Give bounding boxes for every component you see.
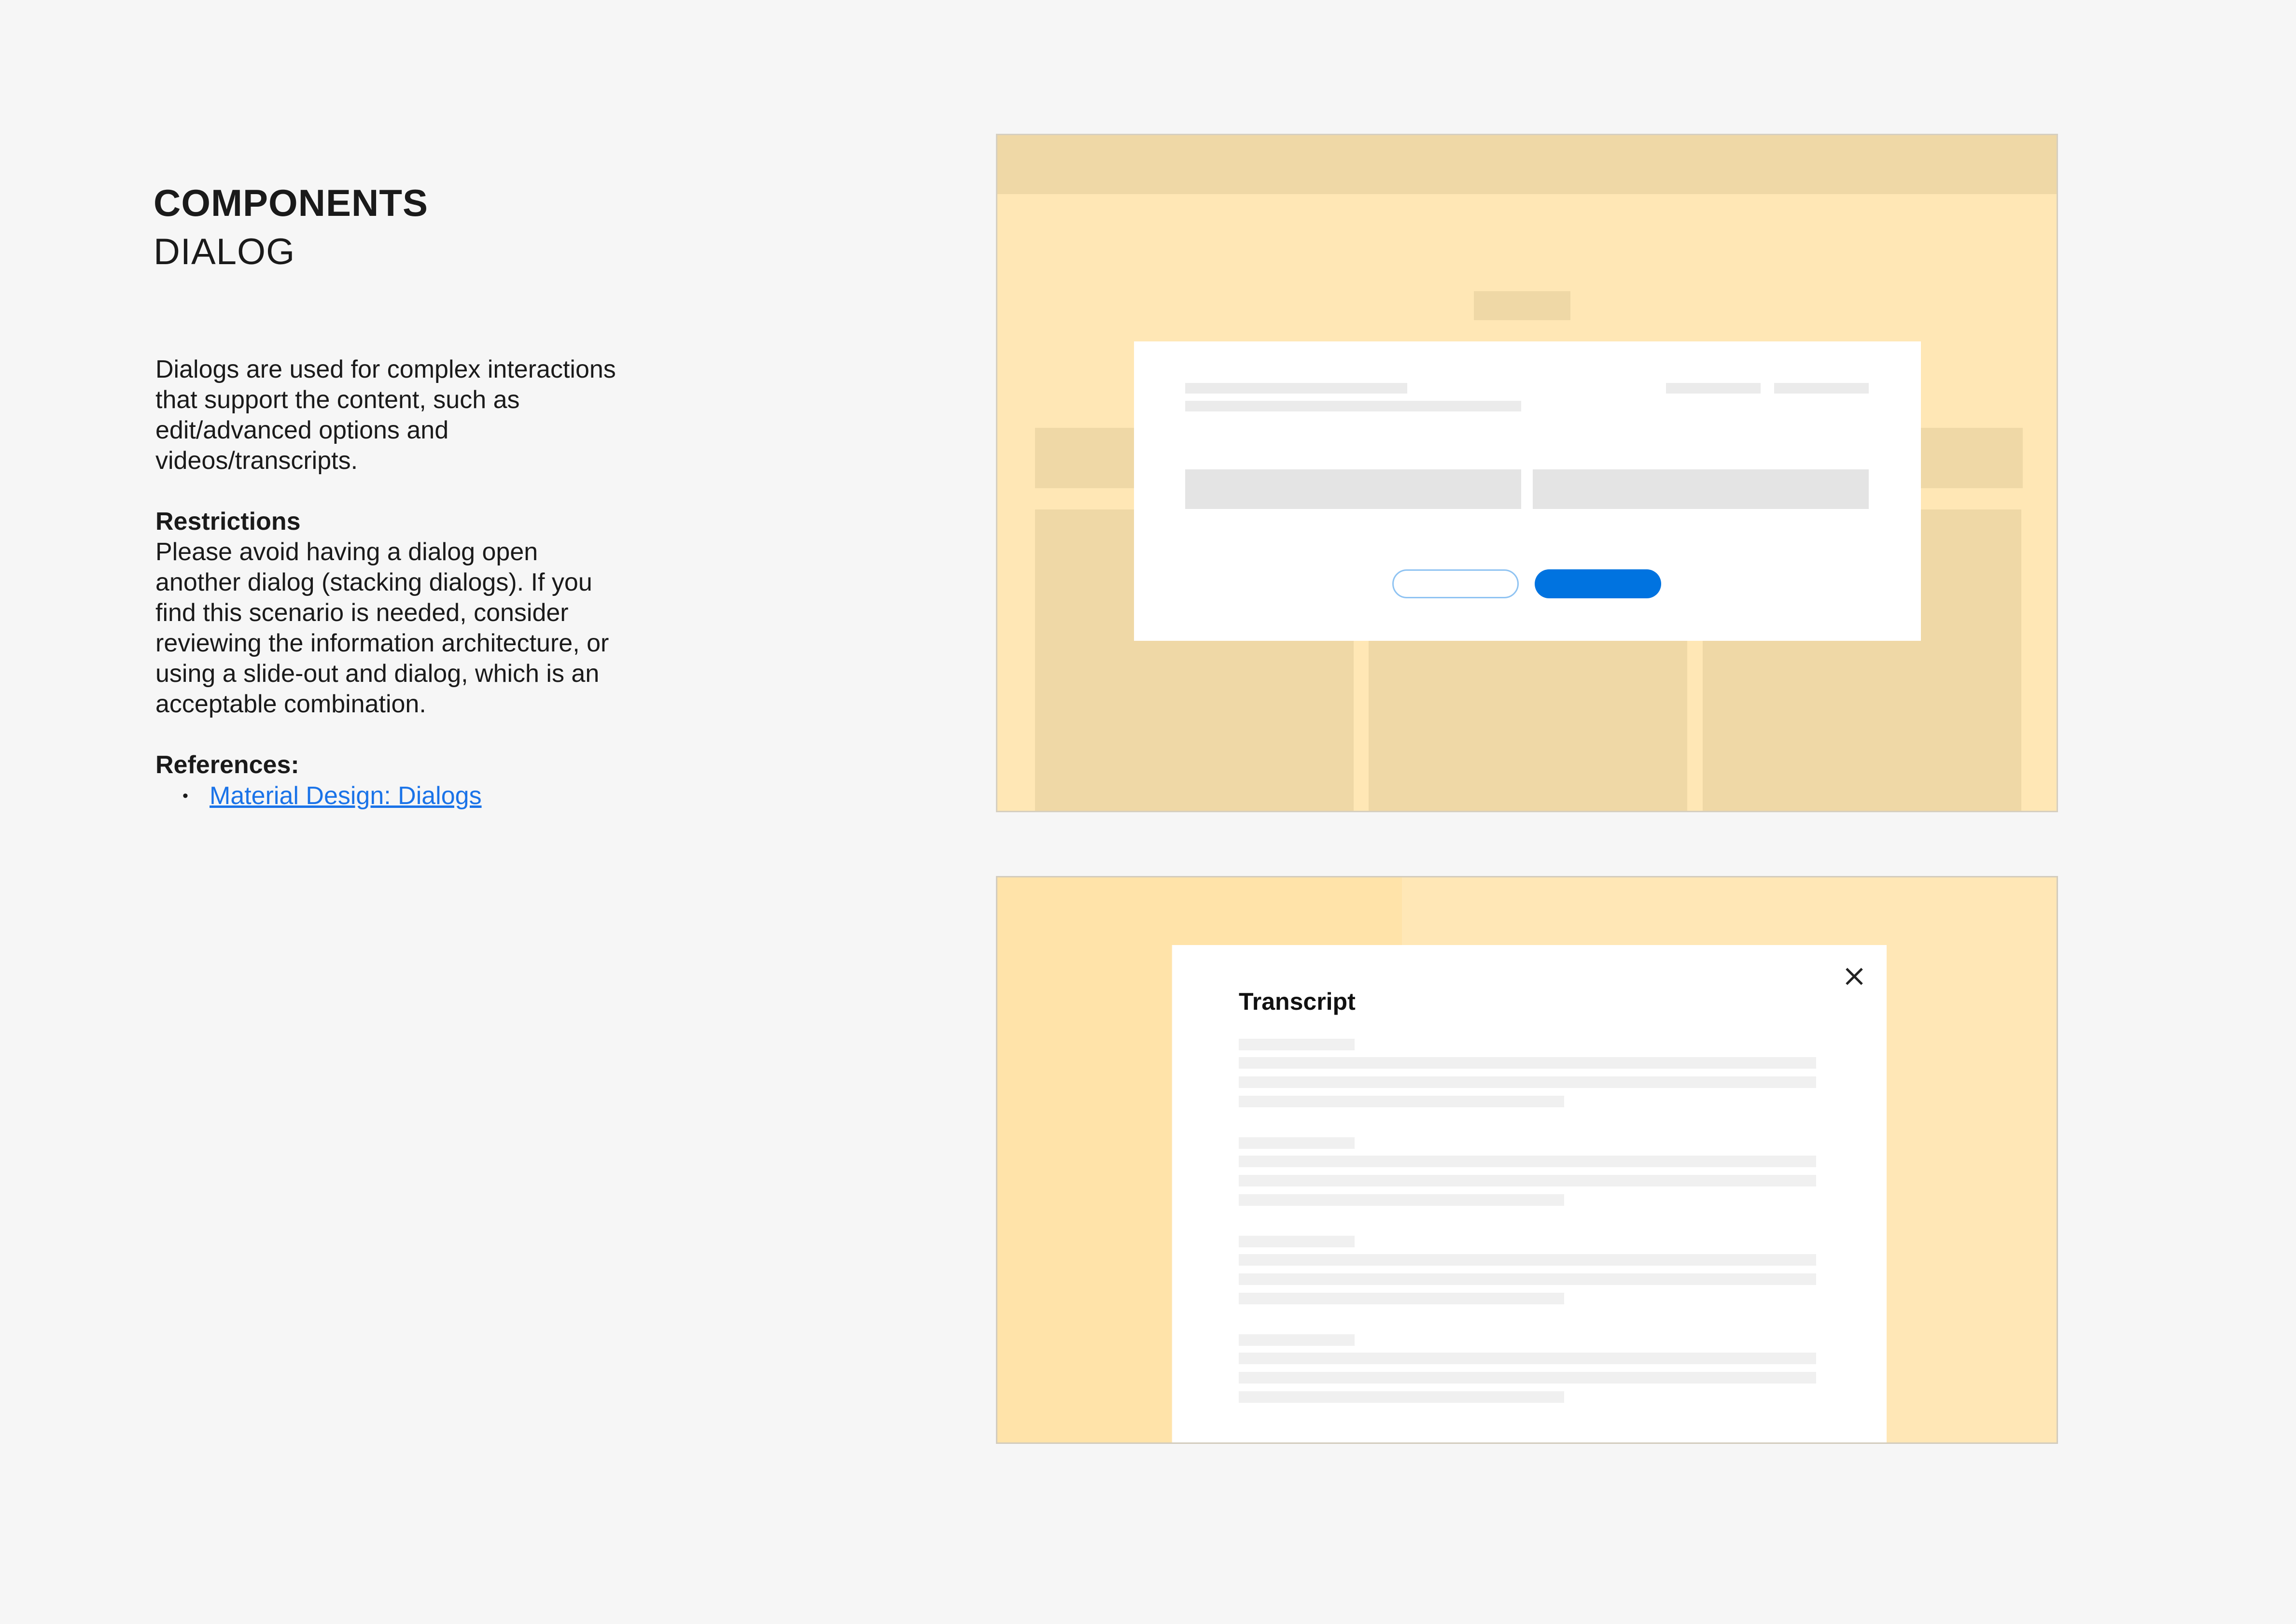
backdrop-header-bar — [997, 135, 2057, 194]
dialog-cancel-button[interactable] — [1392, 569, 1519, 598]
transcript-timestamp-placeholder — [1239, 1236, 1355, 1247]
transcript-dialog-title: Transcript — [1239, 988, 1356, 1015]
dialog-example-form — [996, 134, 2058, 812]
dialog-input-field[interactable] — [1185, 469, 1521, 509]
dialog-heading-placeholder — [1185, 383, 1407, 394]
dialog-input-field[interactable] — [1533, 469, 1869, 509]
transcript-line-placeholder — [1239, 1254, 1816, 1266]
transcript-line-placeholder — [1239, 1353, 1816, 1364]
transcript-line-placeholder — [1239, 1372, 1816, 1384]
dialog-confirm-button[interactable] — [1535, 569, 1661, 598]
dialog-example-transcript: Transcript — [996, 876, 2058, 1444]
backdrop-left-panel — [997, 877, 1171, 1442]
dialog-subheading-placeholder — [1185, 401, 1521, 411]
transcript-line-placeholder — [1239, 1096, 1564, 1107]
transcript-timestamp-placeholder — [1239, 1334, 1355, 1346]
transcript-line-placeholder — [1239, 1293, 1564, 1304]
references-heading: References: — [155, 751, 299, 779]
backdrop-title-block — [1474, 291, 1570, 320]
transcript-line-placeholder — [1239, 1391, 1564, 1403]
transcript-line-placeholder — [1239, 1273, 1816, 1285]
close-icon[interactable] — [1842, 964, 1866, 989]
restrictions-paragraph: Please avoid having a dialog open anothe… — [155, 538, 609, 718]
material-design-dialogs-link[interactable]: Material Design: Dialogs — [210, 782, 482, 810]
restrictions-heading: Restrictions — [155, 508, 301, 536]
backdrop-top-strip — [997, 877, 1402, 945]
list-item: Material Design: Dialogs — [155, 781, 482, 811]
transcript-dialog: Transcript — [1172, 945, 1887, 1442]
page-title: COMPONENTS — [154, 182, 429, 224]
transcript-line-placeholder — [1239, 1175, 1816, 1186]
form-dialog — [1134, 341, 1921, 641]
page-subtitle: DIALOG — [154, 231, 295, 272]
transcript-line-placeholder — [1239, 1156, 1816, 1167]
dialog-action-placeholder[interactable] — [1774, 383, 1869, 394]
references-list: Material Design: Dialogs — [155, 781, 482, 811]
transcript-line-placeholder — [1239, 1076, 1816, 1088]
transcript-line-placeholder — [1239, 1057, 1816, 1069]
transcript-timestamp-placeholder — [1239, 1137, 1355, 1149]
intro-paragraph: Dialogs are used for complex interaction… — [155, 355, 616, 475]
transcript-line-placeholder — [1239, 1194, 1564, 1206]
transcript-timestamp-placeholder — [1239, 1039, 1355, 1050]
dialog-action-placeholder[interactable] — [1666, 383, 1761, 394]
